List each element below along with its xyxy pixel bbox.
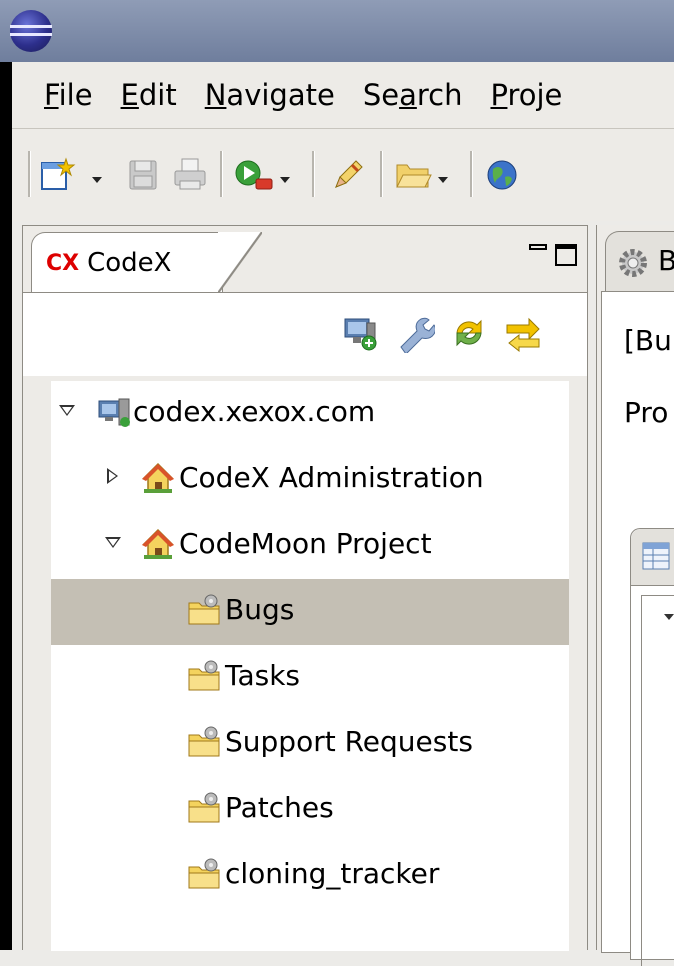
tree-row-project[interactable]: CodeMoon Project [51,513,569,579]
run-icon[interactable] [234,157,276,193]
tree-row-server[interactable]: codex.xexox.com [51,381,569,447]
view-toolbar [23,292,587,376]
collapse-arrow-icon[interactable] [664,614,674,620]
synchronize-icon[interactable] [503,313,543,353]
editor-body: [Bu Pro [601,291,674,966]
editor-tab[interactable]: B [605,231,674,292]
menu-file[interactable]: File [12,78,107,112]
open-dropdown-arrow-icon[interactable] [438,177,448,183]
main-toolbar [12,129,674,221]
tracker-folder-icon [188,858,220,889]
eclipse-logo-icon[interactable] [10,10,52,52]
tree-row-tracker[interactable]: Bugs [51,579,569,645]
toolbar-separator [312,151,315,197]
tree-row-tracker[interactable]: cloning_tracker [51,843,569,909]
save-icon[interactable] [126,157,160,193]
tree-label-tracker: Support Requests [225,725,473,758]
editor-tab-label: B [658,244,674,277]
print-icon[interactable] [172,157,208,193]
menu-edit[interactable]: Edit [107,78,191,112]
expand-toggle-icon[interactable] [107,468,118,484]
table-icon [642,542,670,570]
minimize-icon[interactable] [529,244,547,250]
new-dropdown-arrow-icon[interactable] [92,177,102,183]
tracker-folder-icon [188,792,220,823]
project-home-icon [142,462,174,493]
edit-pencil-icon[interactable] [330,157,366,193]
tree-label-tracker: Patches [225,791,334,824]
add-server-icon[interactable] [341,313,381,353]
tracker-folder-icon [188,726,220,757]
menu-navigate[interactable]: Navigate [191,78,349,112]
tree-row-tracker[interactable]: Tasks [51,645,569,711]
tree-label-server: codex.xexox.com [133,395,376,428]
window-titlebar [0,0,674,62]
tree-row-tracker[interactable]: Patches [51,777,569,843]
codex-view: CX CodeX codex.xexox.com CodeX Administr… [22,225,588,951]
codex-tree: codex.xexox.com CodeX Administration Cod… [51,381,569,951]
toolbar-separator [28,151,31,197]
editor-heading: [Bu [624,324,672,357]
tree-label-project: CodeMoon Project [179,527,432,560]
tree-row-project[interactable]: CodeX Administration [51,447,569,513]
expand-toggle-icon[interactable] [59,405,75,416]
tracker-folder-icon [188,594,220,625]
tree-label-tracker: Bugs [225,593,295,626]
view-title: CodeX [87,248,172,278]
tracker-folder-icon [188,660,220,691]
new-wizard-icon[interactable] [40,157,86,193]
server-icon [98,398,130,427]
menubar: File Edit Navigate Search Proje [12,62,674,128]
window-frame [0,62,12,950]
tree-label-tracker: cloning_tracker [225,857,440,890]
project-home-icon [142,528,174,559]
tree-label-tracker: Tasks [225,659,301,692]
maximize-icon[interactable] [555,244,577,266]
gear-icon [619,249,647,277]
wrench-icon[interactable] [395,313,435,353]
menu-search[interactable]: Search [349,78,477,112]
editor-field-label: Pro [624,396,669,429]
open-folder-icon[interactable] [394,157,434,193]
expand-toggle-icon[interactable] [105,537,121,548]
tree-label-project: CodeX Administration [179,461,484,494]
globe-icon[interactable] [484,157,520,193]
codex-logo-icon: CX [46,250,80,276]
codex-view-tab[interactable]: CX CodeX [31,232,262,293]
tree-row-tracker[interactable]: Support Requests [51,711,569,777]
menu-project[interactable]: Proje [476,78,576,112]
editor-subpanel [630,528,674,966]
toolbar-separator [220,151,223,197]
toolbar-separator [470,151,473,197]
editor-subpanel-content [641,595,674,966]
run-dropdown-arrow-icon[interactable] [280,177,290,183]
toolbar-separator [380,151,383,197]
editor-subpanel-tab[interactable] [631,529,674,586]
editor-area: B [Bu Pro [596,225,674,966]
refresh-icon[interactable] [449,313,489,353]
